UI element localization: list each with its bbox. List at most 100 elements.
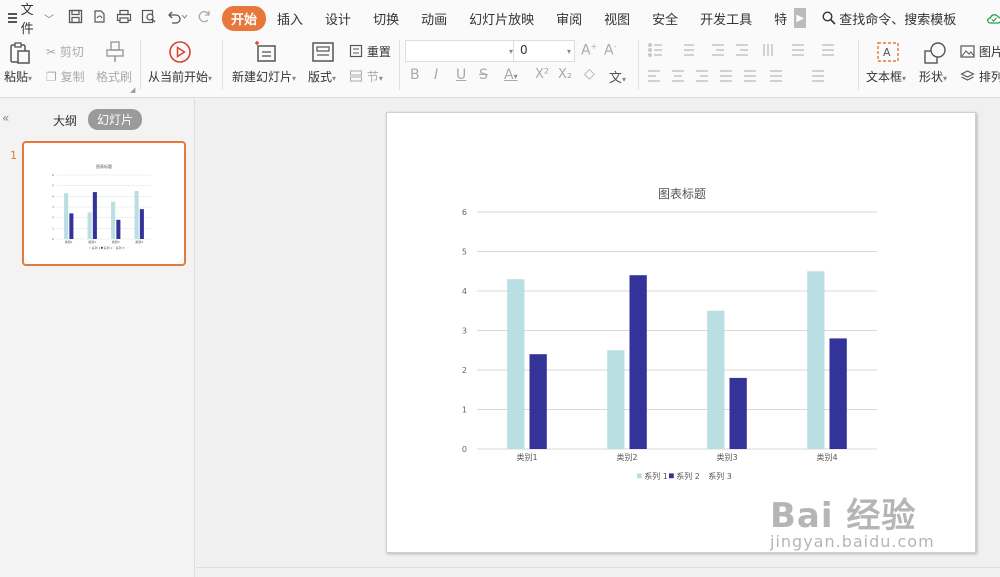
ribbon-toolbar: 粘贴▾ ✂ 剪切 ❐ 复制 格式刷 从当前开始▾ 新建幻灯片▾ 版式▾ 重置 节… bbox=[0, 36, 1000, 98]
y-tick-label: 5 bbox=[52, 184, 54, 188]
redo-icon[interactable] bbox=[197, 9, 212, 28]
new-slide-icon[interactable] bbox=[252, 40, 278, 64]
superscript-icon[interactable]: X² bbox=[535, 67, 549, 82]
menu-bar: 文件 ﹀ 开始 插入 设计 切换 动画 幻灯片放映 审阅 视图 安全 开发工具 … bbox=[0, 0, 1000, 37]
tab-insert[interactable]: 插入 bbox=[266, 9, 314, 28]
watermark-brand: Bai 经验 bbox=[770, 496, 917, 536]
legend-label: 系列 3 bbox=[708, 471, 732, 481]
section-label: 节 bbox=[366, 70, 379, 84]
y-tick-label: 1 bbox=[52, 226, 54, 230]
bar-series bbox=[64, 191, 144, 239]
font-color-icon[interactable]: A▾ bbox=[504, 67, 518, 83]
shape-icon[interactable] bbox=[922, 41, 948, 65]
paste-button[interactable]: 粘贴▾ bbox=[4, 68, 32, 85]
watermark-url: jingyan.baidu.com bbox=[770, 532, 935, 551]
save-icon[interactable] bbox=[68, 9, 83, 28]
copy-button[interactable]: ❐ 复制 bbox=[46, 68, 85, 85]
increase-font-size-icon[interactable]: A+ bbox=[581, 42, 597, 59]
search-label: 查找命令、搜索模板 bbox=[839, 12, 957, 28]
bar bbox=[729, 377, 747, 449]
picture-button[interactable]: 图片 bbox=[960, 43, 1000, 60]
arrange-label: 排列 bbox=[978, 70, 1000, 84]
paragraph-tools[interactable] bbox=[646, 41, 846, 95]
tab-design[interactable]: 设计 bbox=[314, 9, 362, 28]
file-menu-button[interactable]: 文件 ﹀ bbox=[8, 0, 54, 37]
reset-button[interactable]: 重置 bbox=[349, 43, 391, 60]
shape-button[interactable]: 形状▾ bbox=[919, 68, 947, 85]
y-tick-label: 2 bbox=[52, 216, 54, 220]
thumbnail-chart: 0 1 2 3 4 5 6 类别1 类别2 类别3 类别4 系列 1 系列 2 系列 3 图表标题 bbox=[52, 163, 151, 250]
print-preview-icon[interactable] bbox=[141, 9, 157, 28]
new-slide-button[interactable]: 新建幻灯片▾ bbox=[232, 68, 296, 85]
paste-icon[interactable] bbox=[8, 41, 32, 65]
reset-label: 重置 bbox=[366, 45, 391, 59]
sync-status[interactable]: 已同 bbox=[986, 9, 1000, 28]
bold-icon[interactable]: B bbox=[410, 67, 420, 83]
tab-slideshow[interactable]: 幻灯片放映 bbox=[458, 9, 545, 28]
tab-animations[interactable]: 动画 bbox=[410, 9, 458, 28]
bar bbox=[807, 271, 825, 449]
tab-transitions[interactable]: 切换 bbox=[362, 9, 410, 28]
format-painter-icon[interactable] bbox=[104, 40, 126, 64]
format-painter-button[interactable]: 格式刷 bbox=[96, 68, 132, 85]
bar bbox=[69, 213, 74, 239]
y-axis-labels: 0 1 2 3 4 5 6 bbox=[52, 173, 54, 241]
undo-icon[interactable] bbox=[166, 9, 188, 28]
arrange-button[interactable]: 排列 bbox=[960, 68, 1000, 85]
x-axis-labels: 类别1 类别2 类别3 类别4 bbox=[516, 452, 837, 462]
underline-icon[interactable]: U bbox=[456, 67, 466, 83]
tab-home[interactable]: 开始 bbox=[222, 5, 267, 31]
command-search[interactable]: 查找命令、搜索模板 bbox=[822, 9, 956, 28]
tab-developer[interactable]: 开发工具 bbox=[689, 9, 763, 28]
picture-icon bbox=[960, 45, 975, 58]
play-icon[interactable] bbox=[168, 40, 192, 64]
tab-scroll-right-icon[interactable]: ▶ bbox=[794, 8, 807, 28]
legend-label: 系列 3 bbox=[116, 245, 125, 250]
layout-icon[interactable] bbox=[311, 41, 335, 63]
y-tick-label: 5 bbox=[462, 247, 467, 256]
strikethrough-icon[interactable]: S bbox=[479, 67, 488, 83]
cut-label: 剪切 bbox=[59, 45, 84, 59]
shape-label: 形状 bbox=[919, 70, 944, 84]
y-tick-label: 1 bbox=[462, 405, 467, 414]
chart-legend: 系列 1 系列 2 系列 3 bbox=[89, 245, 125, 250]
clear-format-icon[interactable]: ◇ bbox=[584, 66, 595, 82]
text-box-label: 文本框 bbox=[866, 70, 903, 84]
copy-label: 复制 bbox=[60, 70, 85, 84]
tab-review[interactable]: 审阅 bbox=[545, 9, 593, 28]
cut-button[interactable]: ✂ 剪切 bbox=[46, 43, 84, 60]
tab-outline[interactable]: 大纲 bbox=[53, 112, 77, 129]
x-tick-label: 类别3 bbox=[112, 239, 120, 244]
layout-button[interactable]: 版式▾ bbox=[308, 68, 336, 85]
slide-thumbnail[interactable]: 0 1 2 3 4 5 6 类别1 类别2 类别3 类别4 系列 1 系列 2 系列 3 图表标题 bbox=[22, 141, 186, 266]
y-tick-label: 2 bbox=[462, 366, 467, 375]
legend-swatch bbox=[101, 246, 103, 249]
subscript-icon[interactable]: X₂ bbox=[558, 67, 572, 82]
slide-thumbnail-content: 0 1 2 3 4 5 6 类别1 类别2 类别3 类别4 系列 1 系列 2 系列 3 图表标题 bbox=[27, 146, 181, 261]
bar bbox=[507, 279, 525, 449]
text-box-button[interactable]: 文本框▾ bbox=[866, 68, 906, 85]
legend-label: 系列 1 bbox=[644, 471, 668, 481]
thumbnail-chart-title: 图表标题 bbox=[96, 163, 112, 169]
decrease-font-size-icon[interactable]: A- bbox=[604, 42, 616, 59]
current-slide[interactable]: 图表标题 0 1 2 3 4 5 6 类别1 类别2 类别3 类别4 系列 1 系列 2 系列 3 bbox=[386, 112, 976, 553]
tab-special[interactable]: 特 bbox=[763, 9, 798, 28]
collapse-panel-icon[interactable]: « bbox=[2, 111, 9, 125]
font-size-value: 0 bbox=[520, 43, 528, 57]
tab-view[interactable]: 视图 bbox=[593, 9, 641, 28]
text-box-icon[interactable]: A bbox=[876, 41, 900, 63]
font-size-combo[interactable]: 0 ▾ bbox=[513, 40, 575, 62]
italic-icon[interactable]: I bbox=[434, 67, 438, 83]
bar bbox=[629, 275, 647, 449]
tab-security[interactable]: 安全 bbox=[641, 9, 689, 28]
export-pdf-icon[interactable] bbox=[92, 9, 107, 28]
play-from-current-button[interactable]: 从当前开始▾ bbox=[148, 68, 212, 85]
y-tick-label: 3 bbox=[462, 326, 467, 335]
new-slide-label: 新建幻灯片 bbox=[232, 70, 293, 84]
section-button[interactable]: 节▾ bbox=[349, 68, 383, 85]
tab-slides[interactable]: 幻灯片 bbox=[88, 109, 143, 130]
clipboard-launcher-icon[interactable]: ◢ bbox=[130, 86, 135, 94]
print-icon[interactable] bbox=[116, 9, 132, 28]
text-effects-icon[interactable]: 文▾ bbox=[609, 67, 626, 86]
font-family-combo[interactable]: ▾ bbox=[405, 40, 517, 62]
